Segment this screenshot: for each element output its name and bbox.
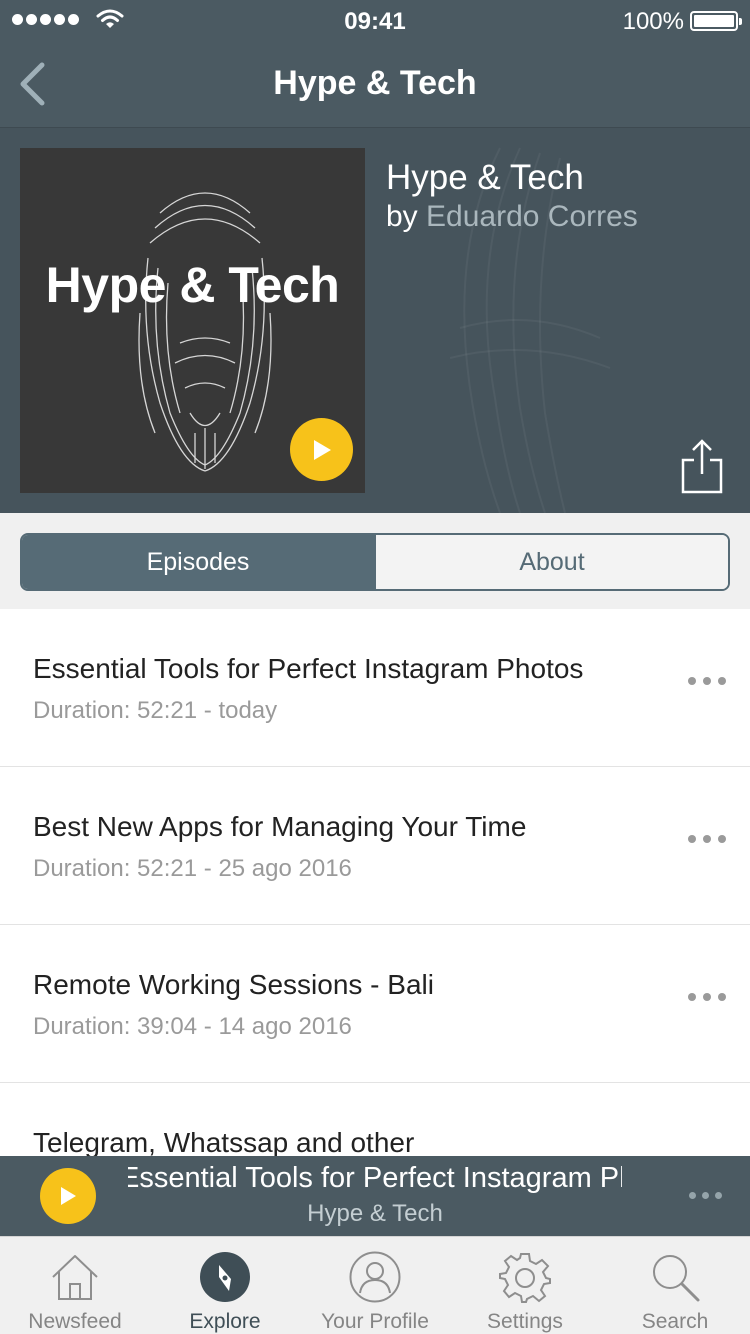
- episode-title: Best New Apps for Managing Your Time: [33, 811, 527, 842]
- episode-title: Telegram, Whatssap and other: [33, 1127, 415, 1158]
- compass-icon: [200, 1251, 250, 1302]
- tab-episodes[interactable]: Episodes: [22, 535, 374, 589]
- episode-more-button[interactable]: [688, 835, 726, 843]
- gear-icon: [499, 1252, 551, 1303]
- episode-meta: Duration: 39:04 - 14 ago 2016: [33, 1013, 352, 1040]
- episode-item[interactable]: Essential Tools for Perfect Instagram Ph…: [0, 609, 750, 767]
- tab-your-profile[interactable]: Your Profile: [300, 1237, 450, 1334]
- share-button[interactable]: [680, 438, 724, 494]
- episode-meta: Duration: 52:21 - 25 ago 2016: [33, 855, 352, 882]
- search-icon: [653, 1254, 700, 1301]
- podcast-header: Hype & Tech Hype & Tech by Eduardo Corre…: [0, 128, 750, 513]
- episode-more-button[interactable]: [688, 993, 726, 1001]
- episode-item[interactable]: Best New Apps for Managing Your Time Dur…: [0, 767, 750, 925]
- tab-label: Search: [641, 1310, 709, 1333]
- navigation-bar: Hype & Tech: [0, 40, 750, 128]
- play-icon: [313, 439, 331, 460]
- tab-label: Your Profile: [321, 1310, 429, 1333]
- podcast-byline: by Eduardo Corres: [386, 200, 638, 234]
- beard-illustration: [138, 192, 272, 472]
- battery-percentage: 100%: [622, 8, 684, 35]
- segment-area: Episodes About: [0, 513, 750, 609]
- episode-list: Essential Tools for Perfect Instagram Ph…: [0, 609, 750, 1241]
- mini-player-title: Essential Tools for Perfect Instagram Ph…: [128, 1162, 622, 1194]
- episode-more-button[interactable]: [688, 677, 726, 685]
- tab-explore[interactable]: Explore: [150, 1237, 300, 1334]
- podcast-author-link[interactable]: Eduardo Corres: [426, 200, 638, 233]
- mini-player-title-marquee: Essential Tools for Perfect Instagram Ph…: [128, 1162, 622, 1195]
- episodes-about-segmented-control: Episodes About: [20, 533, 730, 591]
- cover-title: Hype & Tech: [45, 257, 340, 313]
- byline-prefix: by: [386, 200, 418, 233]
- episode-title: Remote Working Sessions - Bali: [33, 969, 434, 1000]
- user-icon: [349, 1251, 401, 1302]
- episode-item[interactable]: Remote Working Sessions - Bali Duration:…: [0, 925, 750, 1083]
- tab-about[interactable]: About: [374, 535, 728, 589]
- episode-meta: Duration: 52:21 - today: [33, 697, 278, 724]
- tab-settings[interactable]: Settings: [450, 1237, 600, 1334]
- status-bar: 09:41 100%: [0, 0, 750, 40]
- tab-search[interactable]: Search: [600, 1237, 750, 1334]
- podcast-cover-art: Hype & Tech: [20, 148, 365, 493]
- page-title: Hype & Tech: [273, 64, 477, 102]
- tab-label: Newsfeed: [28, 1310, 122, 1333]
- home-icon: [52, 1254, 98, 1300]
- tab-label: Explore: [189, 1310, 261, 1333]
- mini-player[interactable]: Essential Tools for Perfect Instagram Ph…: [0, 1156, 750, 1236]
- battery-icon: [690, 11, 742, 31]
- play-podcast-button[interactable]: [290, 418, 353, 481]
- tab-newsfeed[interactable]: Newsfeed: [0, 1237, 150, 1334]
- share-icon: [681, 439, 723, 494]
- tab-label: Settings: [487, 1310, 563, 1333]
- mini-player-more-button[interactable]: [689, 1192, 722, 1199]
- podcast-title: Hype & Tech: [386, 158, 584, 197]
- mini-player-subtitle: Hype & Tech: [307, 1200, 443, 1227]
- tab-bar: Newsfeed Explore Your Profile Settings S…: [0, 1236, 750, 1334]
- episode-title: Essential Tools for Perfect Instagram Ph…: [33, 653, 584, 684]
